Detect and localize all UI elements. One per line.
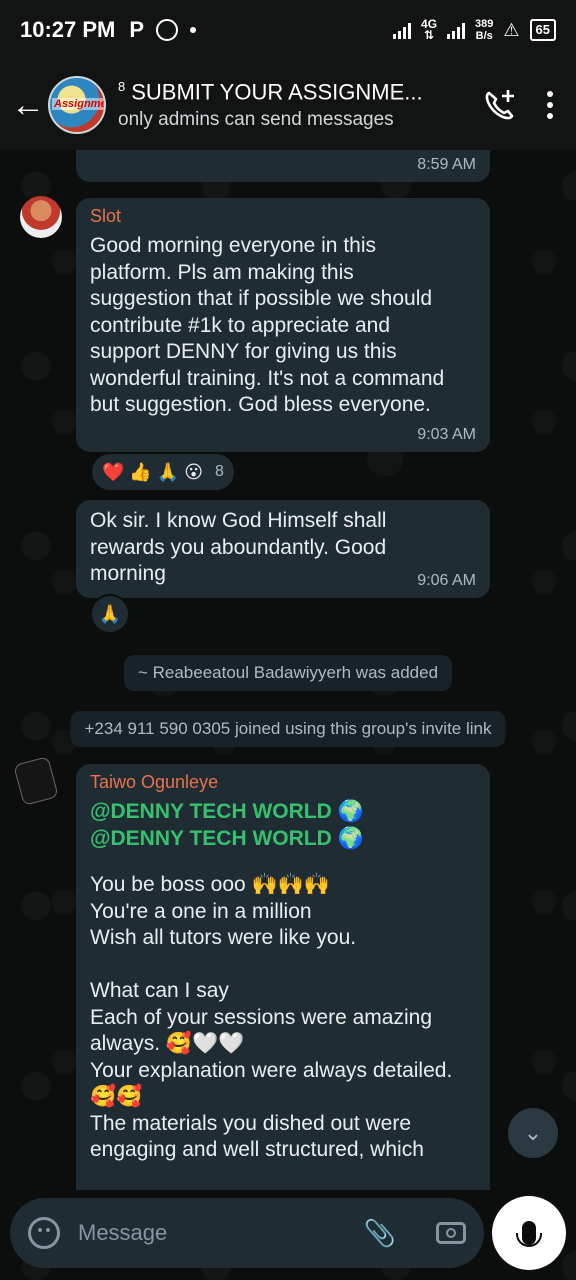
network-type: 4G ⇅ bbox=[421, 17, 438, 42]
message-input-bar: Message 📎 bbox=[10, 1198, 484, 1268]
whatsapp-notification-icon bbox=[156, 19, 179, 41]
camera-icon[interactable] bbox=[436, 1222, 466, 1244]
reaction-emojis: 🙏 bbox=[98, 603, 122, 624]
system-message-joined: +234 911 590 0305 joined using this grou… bbox=[70, 711, 506, 747]
group-info[interactable]: 8 SUBMIT YOUR ASSIGNME... only admins can… bbox=[118, 79, 480, 131]
message-bubble-slot[interactable]: Slot Good morning everyone in this platf… bbox=[76, 198, 490, 452]
back-arrow-icon[interactable]: ← bbox=[10, 86, 46, 125]
group-name: 8 SUBMIT YOUR ASSIGNME... bbox=[118, 78, 423, 105]
sender-name[interactable]: Taiwo Ogunleye bbox=[90, 772, 476, 793]
double-chevron-down-icon: ⌄ bbox=[523, 1120, 543, 1145]
reactions-bar[interactable]: 🙏 bbox=[90, 594, 130, 634]
system-message-added: ~ Reabeeatoul Badawiyyerh was added bbox=[123, 655, 453, 691]
sender-name[interactable]: Slot bbox=[90, 206, 476, 227]
avatar[interactable] bbox=[20, 196, 62, 238]
message-bubble-reply[interactable]: Ok sir. I know God Himself shall rewards… bbox=[76, 500, 490, 598]
previous-message[interactable]: 8:59 AM bbox=[76, 150, 490, 182]
message-list[interactable]: 8:59 AM Slot Good morning everyone in th… bbox=[0, 150, 576, 1190]
reaction-emojis: ❤️ 👍 🙏 😮 bbox=[102, 461, 204, 482]
message-time: 9:06 AM bbox=[417, 572, 476, 589]
message-input[interactable]: Message bbox=[78, 1220, 364, 1246]
signal-icon-2 bbox=[447, 21, 466, 39]
microphone-icon bbox=[516, 1221, 542, 1247]
warning-icon: ⚠ bbox=[503, 19, 520, 40]
more-options-icon[interactable] bbox=[544, 91, 556, 119]
group-avatar[interactable]: Assignment bbox=[48, 76, 106, 134]
more-notifications-icon bbox=[190, 27, 197, 33]
chat-header: ← Assignment 8SUBMIT YOUR ASSIGNME... on… bbox=[0, 60, 576, 150]
scroll-down-button[interactable]: ⌄ bbox=[508, 1108, 558, 1158]
reactions-bar[interactable]: ❤️ 👍 🙏 😮 8 bbox=[90, 452, 236, 492]
voice-message-button[interactable] bbox=[492, 1196, 566, 1270]
app-notification-icon: P bbox=[129, 17, 145, 42]
signal-icon bbox=[393, 21, 412, 39]
mention-link[interactable]: @DENNY TECH WORLD 🌍 bbox=[90, 799, 476, 826]
message-bubble-taiwo[interactable]: Taiwo Ogunleye @DENNY TECH WORLD 🌍 @DENN… bbox=[76, 764, 490, 1190]
avatar-logo-text: Assignment bbox=[52, 98, 104, 110]
mention-count: 8 bbox=[118, 78, 126, 94]
status-bar: 10:27 PM P 4G ⇅ 389 B/s ⚠ 65 bbox=[0, 0, 576, 60]
reaction-count: 8 bbox=[215, 463, 224, 480]
avatar[interactable] bbox=[13, 756, 59, 806]
message-text: Good morning everyone in this platform. … bbox=[90, 234, 445, 416]
network-speed: 389 B/s bbox=[475, 18, 494, 42]
message-time: 8:59 AM bbox=[417, 156, 476, 173]
status-time: 10:27 PM bbox=[20, 17, 116, 42]
battery-level: 65 bbox=[529, 19, 556, 41]
mention-link[interactable]: @DENNY TECH WORLD 🌍 bbox=[90, 826, 476, 853]
add-call-icon[interactable] bbox=[480, 85, 520, 125]
message-text: You be boss ooo 🙌🙌🙌 You're a one in a mi… bbox=[90, 873, 453, 1161]
group-subtitle: only admins can send messages bbox=[118, 109, 394, 131]
attach-icon[interactable]: 📎 bbox=[364, 1218, 396, 1249]
emoji-icon[interactable] bbox=[28, 1217, 60, 1249]
message-time: 9:03 AM bbox=[417, 426, 476, 443]
